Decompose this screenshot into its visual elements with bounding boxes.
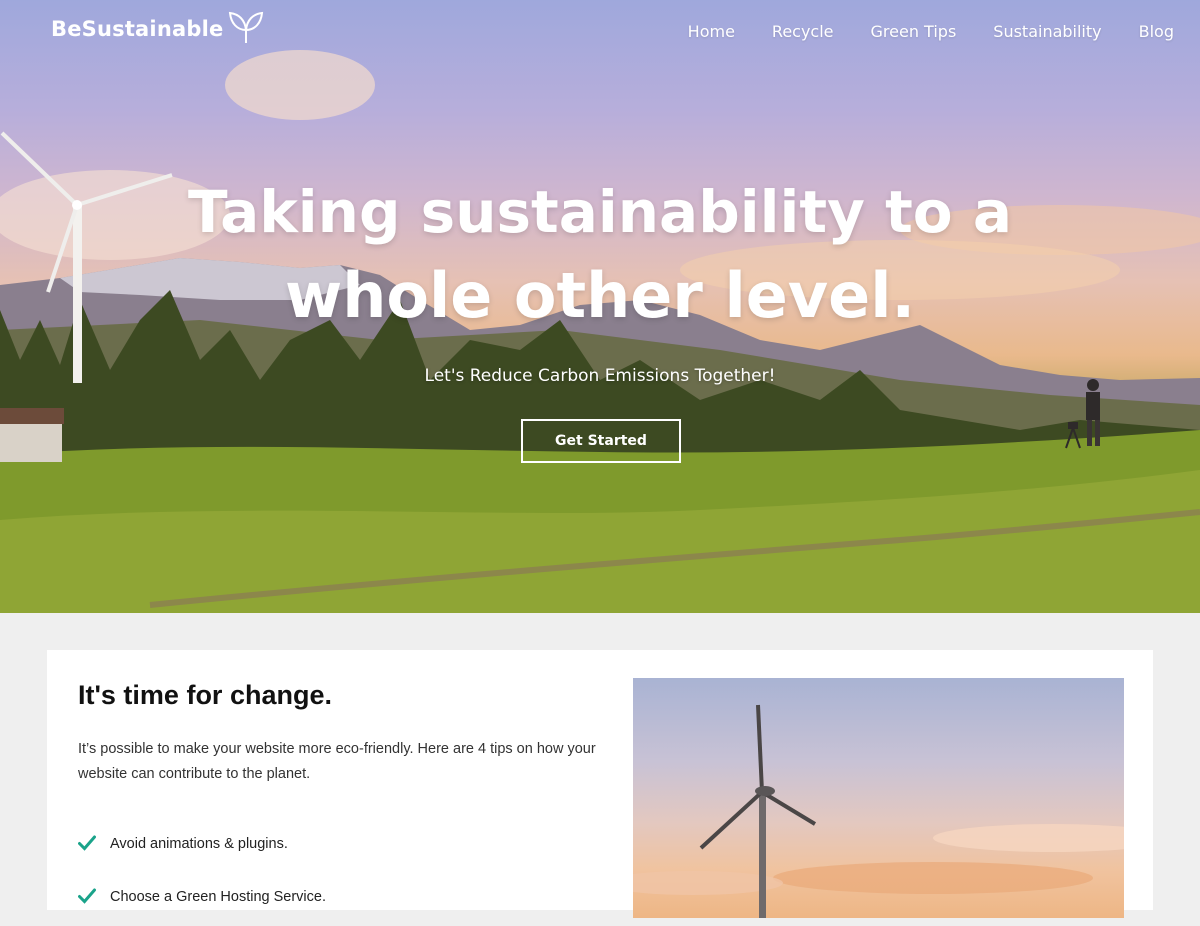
list-item: Avoid animations & plugins. xyxy=(78,820,326,873)
main-navigation: Home Recycle Green Tips Sustainability B… xyxy=(688,22,1174,41)
tip-label: Choose a Green Hosting Service. xyxy=(110,888,326,905)
brand-name: BeSustainable xyxy=(51,17,224,41)
section-title: It's time for change. xyxy=(78,680,332,710)
nav-link-blog[interactable]: Blog xyxy=(1139,22,1174,41)
tip-label: Avoid animations & plugins. xyxy=(110,835,288,852)
nav-link-sustainability[interactable]: Sustainability xyxy=(993,22,1101,41)
hero-title: Taking sustainability to a whole other l… xyxy=(0,170,1200,338)
hero-banner: BeSustainable Home Recycle Green Tips Su… xyxy=(0,0,1200,613)
section-description: It’s possible to make your website more … xyxy=(78,741,596,782)
tips-list: Avoid animations & plugins. Choose a Gre… xyxy=(78,820,326,926)
brand-logo[interactable]: BeSustainable xyxy=(51,11,265,44)
nav-link-green-tips[interactable]: Green Tips xyxy=(871,22,957,41)
checkmark-icon xyxy=(78,888,96,904)
wind-turbine-photo xyxy=(633,678,1124,918)
hero-subtitle: Let's Reduce Carbon Emissions Together! xyxy=(424,366,776,386)
get-started-button[interactable]: Get Started xyxy=(521,419,681,463)
nav-link-home[interactable]: Home xyxy=(688,22,735,41)
nav-link-recycle[interactable]: Recycle xyxy=(772,22,834,41)
checkmark-icon xyxy=(78,835,96,851)
hero-title-line-1: Taking sustainability to a xyxy=(188,178,1012,246)
change-section-card: It's time for change. It’s possible to m… xyxy=(47,650,1153,918)
hero-title-line-2: whole other level. xyxy=(284,259,916,332)
leaf-sprout-icon xyxy=(229,11,264,43)
